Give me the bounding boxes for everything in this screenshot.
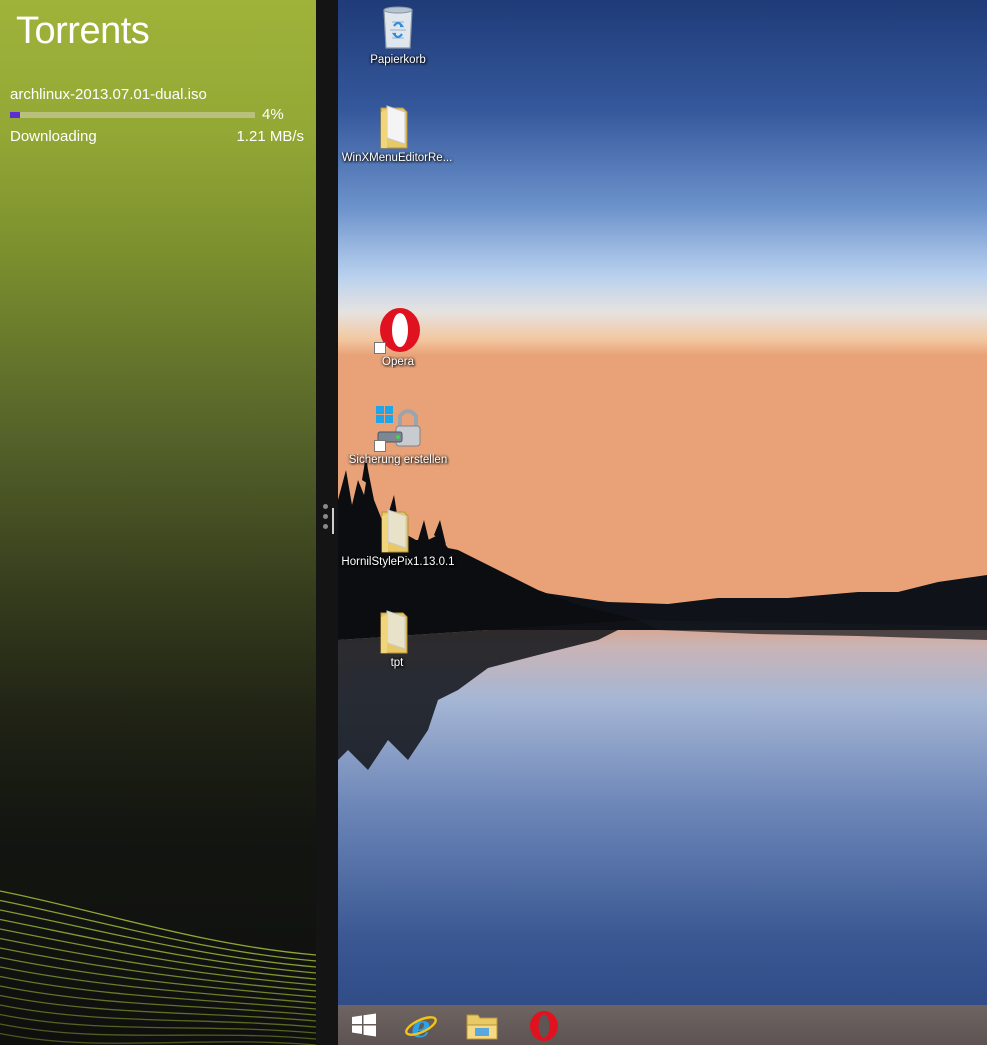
svg-text:e: e — [411, 1010, 430, 1043]
taskbar-internet-explorer[interactable]: e — [396, 1005, 444, 1045]
torrent-status: Downloading — [10, 128, 97, 145]
opera-icon — [530, 1011, 558, 1041]
recycle-bin-icon — [383, 6, 413, 49]
windows-start-icon — [352, 1013, 376, 1037]
file-explorer-icon — [466, 1014, 498, 1040]
desktop-icon-label: WinXMenuEditorRe... — [341, 152, 453, 164]
desktop-icon-label: Sicherung erstellen — [348, 454, 448, 466]
taskbar-opera[interactable] — [519, 1005, 567, 1045]
splitter-grip[interactable] — [323, 504, 329, 536]
splitter-line — [332, 508, 334, 534]
taskbar-file-explorer[interactable] — [457, 1005, 505, 1045]
start-button[interactable] — [340, 1005, 388, 1045]
desktop-icon-winxmenueditor-folder[interactable]: WinXMenuEditorRe... — [338, 102, 457, 164]
desktop-icon-label: Opera — [382, 356, 414, 368]
internet-explorer-icon: e — [405, 1010, 437, 1043]
desktop-icon-tpt-folder[interactable]: tpt — [338, 607, 457, 669]
torrent-speed: 1.21 MB/s — [236, 128, 304, 145]
snap-splitter[interactable] — [316, 0, 338, 1045]
torrents-app-pane: Torrents archlinux-2013.07.01-dual.iso 4… — [0, 0, 316, 1045]
decorative-wave-lines — [0, 890, 316, 1045]
taskbar: e — [338, 1005, 987, 1045]
desktop-icon-label: tpt — [390, 657, 404, 669]
torrent-name: archlinux-2013.07.01-dual.iso — [10, 86, 207, 103]
torrent-progress-bar — [10, 112, 255, 118]
folder-icon — [380, 105, 408, 149]
desktop-icon-backup[interactable]: Sicherung erstellen — [338, 404, 458, 466]
desktop-icon-label: Papierkorb — [370, 54, 426, 66]
desktop-icon-recycle-bin[interactable]: Papierkorb — [338, 4, 458, 66]
shortcut-arrow-icon — [374, 342, 386, 354]
desktop-icon-opera[interactable]: Opera — [338, 306, 458, 368]
folder-icon — [381, 509, 409, 553]
torrent-progress-fill — [10, 112, 20, 118]
desktop[interactable]: Papierkorb WinXMenuEditorRe... Opera Sic… — [338, 0, 987, 1045]
desktop-icon-hornilstylepix-folder[interactable]: HornilStylePix1.13.0.1 — [338, 506, 458, 568]
app-title: Torrents — [16, 10, 150, 52]
desktop-icon-label: HornilStylePix1.13.0.1 — [341, 556, 455, 568]
torrent-progress-percent: 4% — [262, 106, 284, 123]
shortcut-arrow-icon — [374, 440, 386, 452]
folder-icon — [380, 610, 408, 654]
